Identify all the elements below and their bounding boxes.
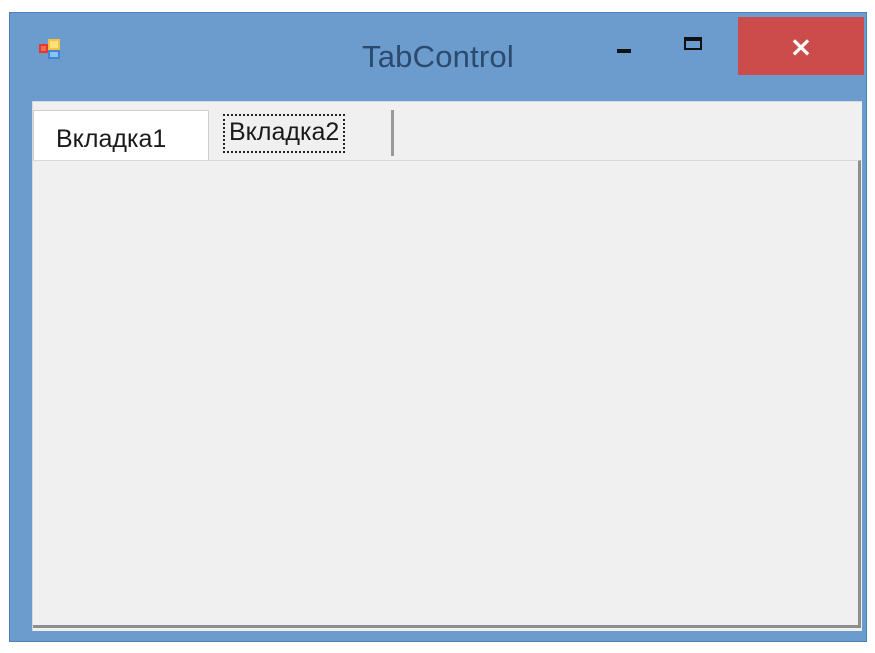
maximize-icon bbox=[684, 37, 702, 50]
tab-vkladka1[interactable]: Вкладка1 bbox=[33, 110, 209, 160]
minimize-button[interactable] bbox=[606, 25, 650, 69]
close-button[interactable]: × bbox=[738, 17, 864, 75]
client-area: Вкладка1 Вкладка2 bbox=[32, 101, 862, 631]
minimize-icon bbox=[617, 49, 631, 53]
title-bar[interactable]: TabControl × bbox=[10, 13, 866, 91]
tab-vkladka2[interactable]: Вкладка2 bbox=[216, 110, 394, 156]
tab-page bbox=[33, 160, 861, 628]
maximize-button[interactable] bbox=[672, 25, 716, 69]
app-window: TabControl × Вкладка1 Вкладка2 bbox=[9, 12, 867, 642]
close-icon: × bbox=[789, 30, 813, 63]
tab-label: Вкладка1 bbox=[56, 125, 167, 153]
tab-strip: Вкладка1 Вкладка2 bbox=[33, 102, 862, 160]
tab-label-focused: Вкладка2 bbox=[223, 114, 346, 153]
